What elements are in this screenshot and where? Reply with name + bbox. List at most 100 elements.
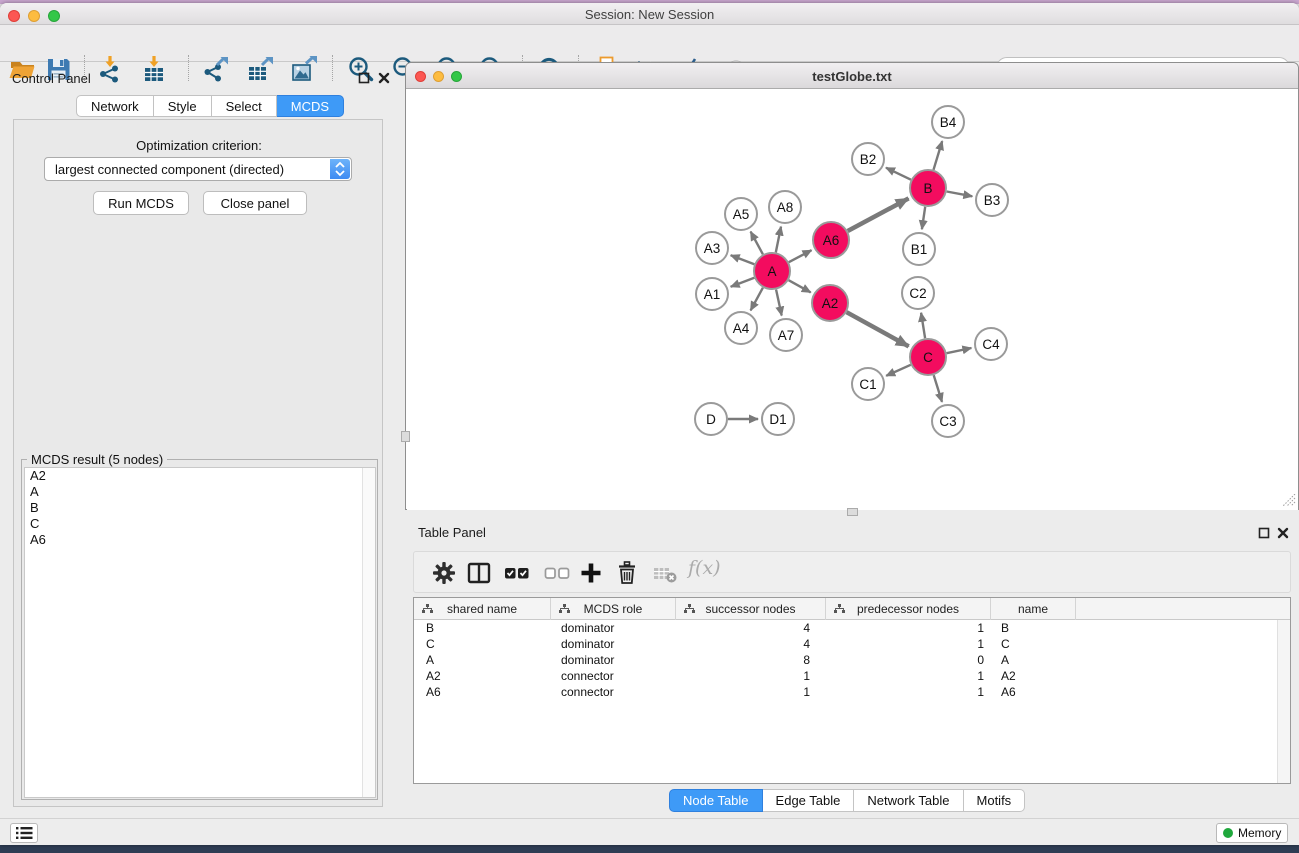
table-cell[interactable]: B xyxy=(414,620,551,636)
mcds-result-item[interactable]: A6 xyxy=(25,532,375,548)
table-cell[interactable]: dominator xyxy=(551,620,676,636)
tab-motifs[interactable]: Motifs xyxy=(964,789,1026,812)
graph-edge-B-B3[interactable] xyxy=(947,192,973,197)
tab-mcds[interactable]: MCDS xyxy=(277,95,344,117)
table-cell[interactable]: C xyxy=(414,636,551,652)
run-mcds-button[interactable]: Run MCDS xyxy=(93,191,189,215)
table-cell[interactable]: 1 xyxy=(826,684,991,700)
graph-edge-A-A2[interactable] xyxy=(789,280,811,292)
import-table-icon[interactable] xyxy=(140,55,168,83)
table-cell[interactable]: A2 xyxy=(991,668,1076,684)
table-cell[interactable]: dominator xyxy=(551,652,676,668)
table-cell[interactable]: 1 xyxy=(826,636,991,652)
table-cell[interactable]: A xyxy=(414,652,551,668)
column-tree-icon xyxy=(684,604,695,614)
column-header-successor-nodes[interactable]: successor nodes xyxy=(676,598,826,620)
list-icon xyxy=(11,824,37,842)
table-cell[interactable]: 8 xyxy=(676,652,826,668)
column-layout-icon[interactable] xyxy=(466,560,492,586)
tab-edge-table[interactable]: Edge Table xyxy=(763,789,855,812)
graph-edge-B-B4[interactable] xyxy=(934,141,943,170)
table-cell[interactable]: dominator xyxy=(551,636,676,652)
graph-edge-A-A8[interactable] xyxy=(776,227,781,253)
control-panel-float-icon[interactable] xyxy=(358,72,370,84)
graph-edge-A6-B[interactable] xyxy=(848,198,909,231)
delete-table-icon[interactable] xyxy=(652,560,678,586)
graph-edge-C-C1[interactable] xyxy=(886,365,911,376)
splitter-handle-left[interactable] xyxy=(401,431,410,442)
table-cell[interactable]: 1 xyxy=(826,620,991,636)
close-panel-button[interactable]: Close panel xyxy=(203,191,307,215)
control-panel-close-icon[interactable] xyxy=(378,72,390,84)
export-network-icon[interactable] xyxy=(202,55,230,83)
resize-grip-icon[interactable] xyxy=(1283,494,1296,507)
table-cell[interactable]: 1 xyxy=(676,684,826,700)
table-cell[interactable]: A2 xyxy=(414,668,551,684)
criterion-dropdown[interactable]: largest connected component (directed) xyxy=(44,157,352,181)
table-panel-tabs: Node Table Edge Table Network Table Moti… xyxy=(669,789,1025,812)
tab-node-table[interactable]: Node Table xyxy=(669,789,763,812)
table-cell[interactable]: 4 xyxy=(676,636,826,652)
deselect-all-rows-icon[interactable] xyxy=(544,560,570,586)
delete-column-icon[interactable] xyxy=(614,560,640,586)
table-scrollbar[interactable] xyxy=(1277,620,1290,783)
graph-node-label: D1 xyxy=(769,412,786,427)
import-network-icon[interactable] xyxy=(96,55,124,83)
column-header-predecessor-nodes[interactable]: predecessor nodes xyxy=(826,598,991,620)
add-column-icon[interactable] xyxy=(578,560,604,586)
tab-network[interactable]: Network xyxy=(76,95,154,117)
memory-button[interactable]: Memory xyxy=(1216,823,1288,843)
table-row[interactable]: Cdominator41C xyxy=(414,636,1276,652)
graph-edge-A-A5[interactable] xyxy=(751,232,763,255)
tab-style[interactable]: Style xyxy=(154,95,212,117)
column-header-name[interactable]: name xyxy=(991,598,1076,620)
table-cell[interactable]: connector xyxy=(551,684,676,700)
graph-edge-B-B1[interactable] xyxy=(922,207,925,229)
table-row[interactable]: A6connector11A6 xyxy=(414,684,1276,700)
table-cell[interactable]: A6 xyxy=(991,684,1076,700)
export-image-icon[interactable] xyxy=(290,55,318,83)
table-options-gear-icon[interactable] xyxy=(431,560,457,586)
graph-edge-A-A1[interactable] xyxy=(731,278,755,287)
graph-edge-A2-C[interactable] xyxy=(847,312,909,346)
graph-node-label: B3 xyxy=(984,193,1001,208)
mcds-list-scrollbar[interactable] xyxy=(362,468,375,797)
table-cell[interactable]: A6 xyxy=(414,684,551,700)
graph-edge-C-C3[interactable] xyxy=(934,375,942,402)
export-table-icon[interactable] xyxy=(246,55,274,83)
table-cell[interactable]: C xyxy=(991,636,1076,652)
graph-edge-A-A6[interactable] xyxy=(789,250,812,262)
table-cell[interactable]: A xyxy=(991,652,1076,668)
mcds-result-item[interactable]: A2 xyxy=(25,468,375,484)
graph-edge-C-C2[interactable] xyxy=(921,313,925,338)
table-cell[interactable]: 0 xyxy=(826,652,991,668)
mcds-result-item[interactable]: B xyxy=(25,500,375,516)
select-all-rows-icon[interactable] xyxy=(504,560,530,586)
criterion-dropdown-value: largest connected component (directed) xyxy=(55,162,284,177)
tab-network-table[interactable]: Network Table xyxy=(854,789,963,812)
tab-select[interactable]: Select xyxy=(212,95,277,117)
column-header-mcds-role[interactable]: MCDS role xyxy=(551,598,676,620)
table-row[interactable]: Adominator80A xyxy=(414,652,1276,668)
mcds-result-item[interactable]: A xyxy=(25,484,375,500)
table-row[interactable]: Bdominator41B xyxy=(414,620,1276,636)
table-cell[interactable]: 1 xyxy=(676,668,826,684)
graph-edge-A-A7[interactable] xyxy=(776,290,782,316)
splitter-handle-bottom[interactable] xyxy=(847,508,858,516)
task-history-button[interactable] xyxy=(10,823,38,843)
column-header-shared-name[interactable]: shared name xyxy=(414,598,551,620)
table-cell[interactable]: connector xyxy=(551,668,676,684)
table-cell[interactable]: B xyxy=(991,620,1076,636)
table-panel-float-icon[interactable] xyxy=(1258,527,1270,539)
graph-edge-C-C4[interactable] xyxy=(947,348,972,353)
mcds-result-item[interactable]: C xyxy=(25,516,375,532)
graph-edge-A-A4[interactable] xyxy=(751,288,763,311)
graph-edge-A-A3[interactable] xyxy=(731,255,755,264)
table-cell[interactable]: 1 xyxy=(826,668,991,684)
node-table-header: shared name MCDS role successor nodes xyxy=(414,598,1290,620)
table-row[interactable]: A2connector11A2 xyxy=(414,668,1276,684)
table-cell[interactable]: 4 xyxy=(676,620,826,636)
table-panel-close-icon[interactable] xyxy=(1277,527,1289,539)
graph-edge-B-B2[interactable] xyxy=(886,168,911,180)
network-canvas[interactable]: B4B2BB3A5A8A6B1A3AA1C2A2A4A7C4CC1C3DD1 xyxy=(407,90,1298,510)
